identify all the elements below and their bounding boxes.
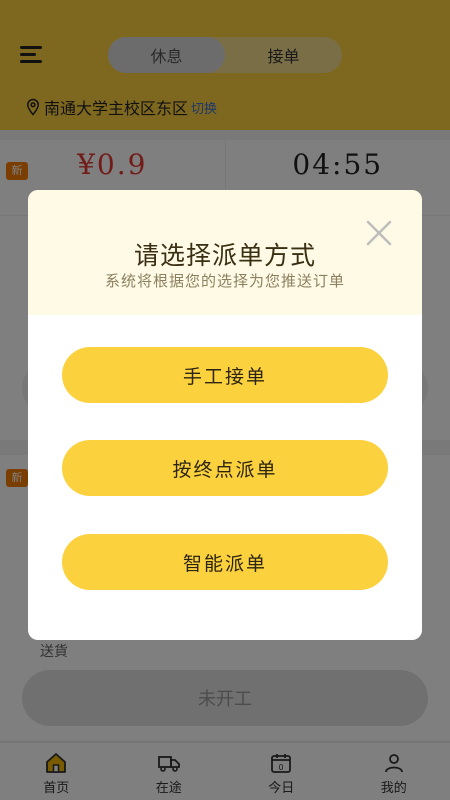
- dispatch-mode-dialog: 请选择派单方式 系统将根据您的选择为您推送订单 手工接单 按终点派单 智能派单: [28, 190, 422, 640]
- smart-dispatch-button[interactable]: 智能派单: [62, 534, 388, 590]
- dialog-title: 请选择派单方式: [133, 241, 316, 270]
- close-icon[interactable]: [366, 220, 392, 246]
- manual-accept-button[interactable]: 手工接单: [62, 347, 388, 403]
- dispatch-by-destination-button[interactable]: 按终点派单: [62, 440, 388, 496]
- dialog-subtitle: 系统将根据您的选择为您推送订单: [104, 272, 345, 290]
- dialog-header: 请选择派单方式 系统将根据您的选择为您推送订单: [28, 190, 422, 315]
